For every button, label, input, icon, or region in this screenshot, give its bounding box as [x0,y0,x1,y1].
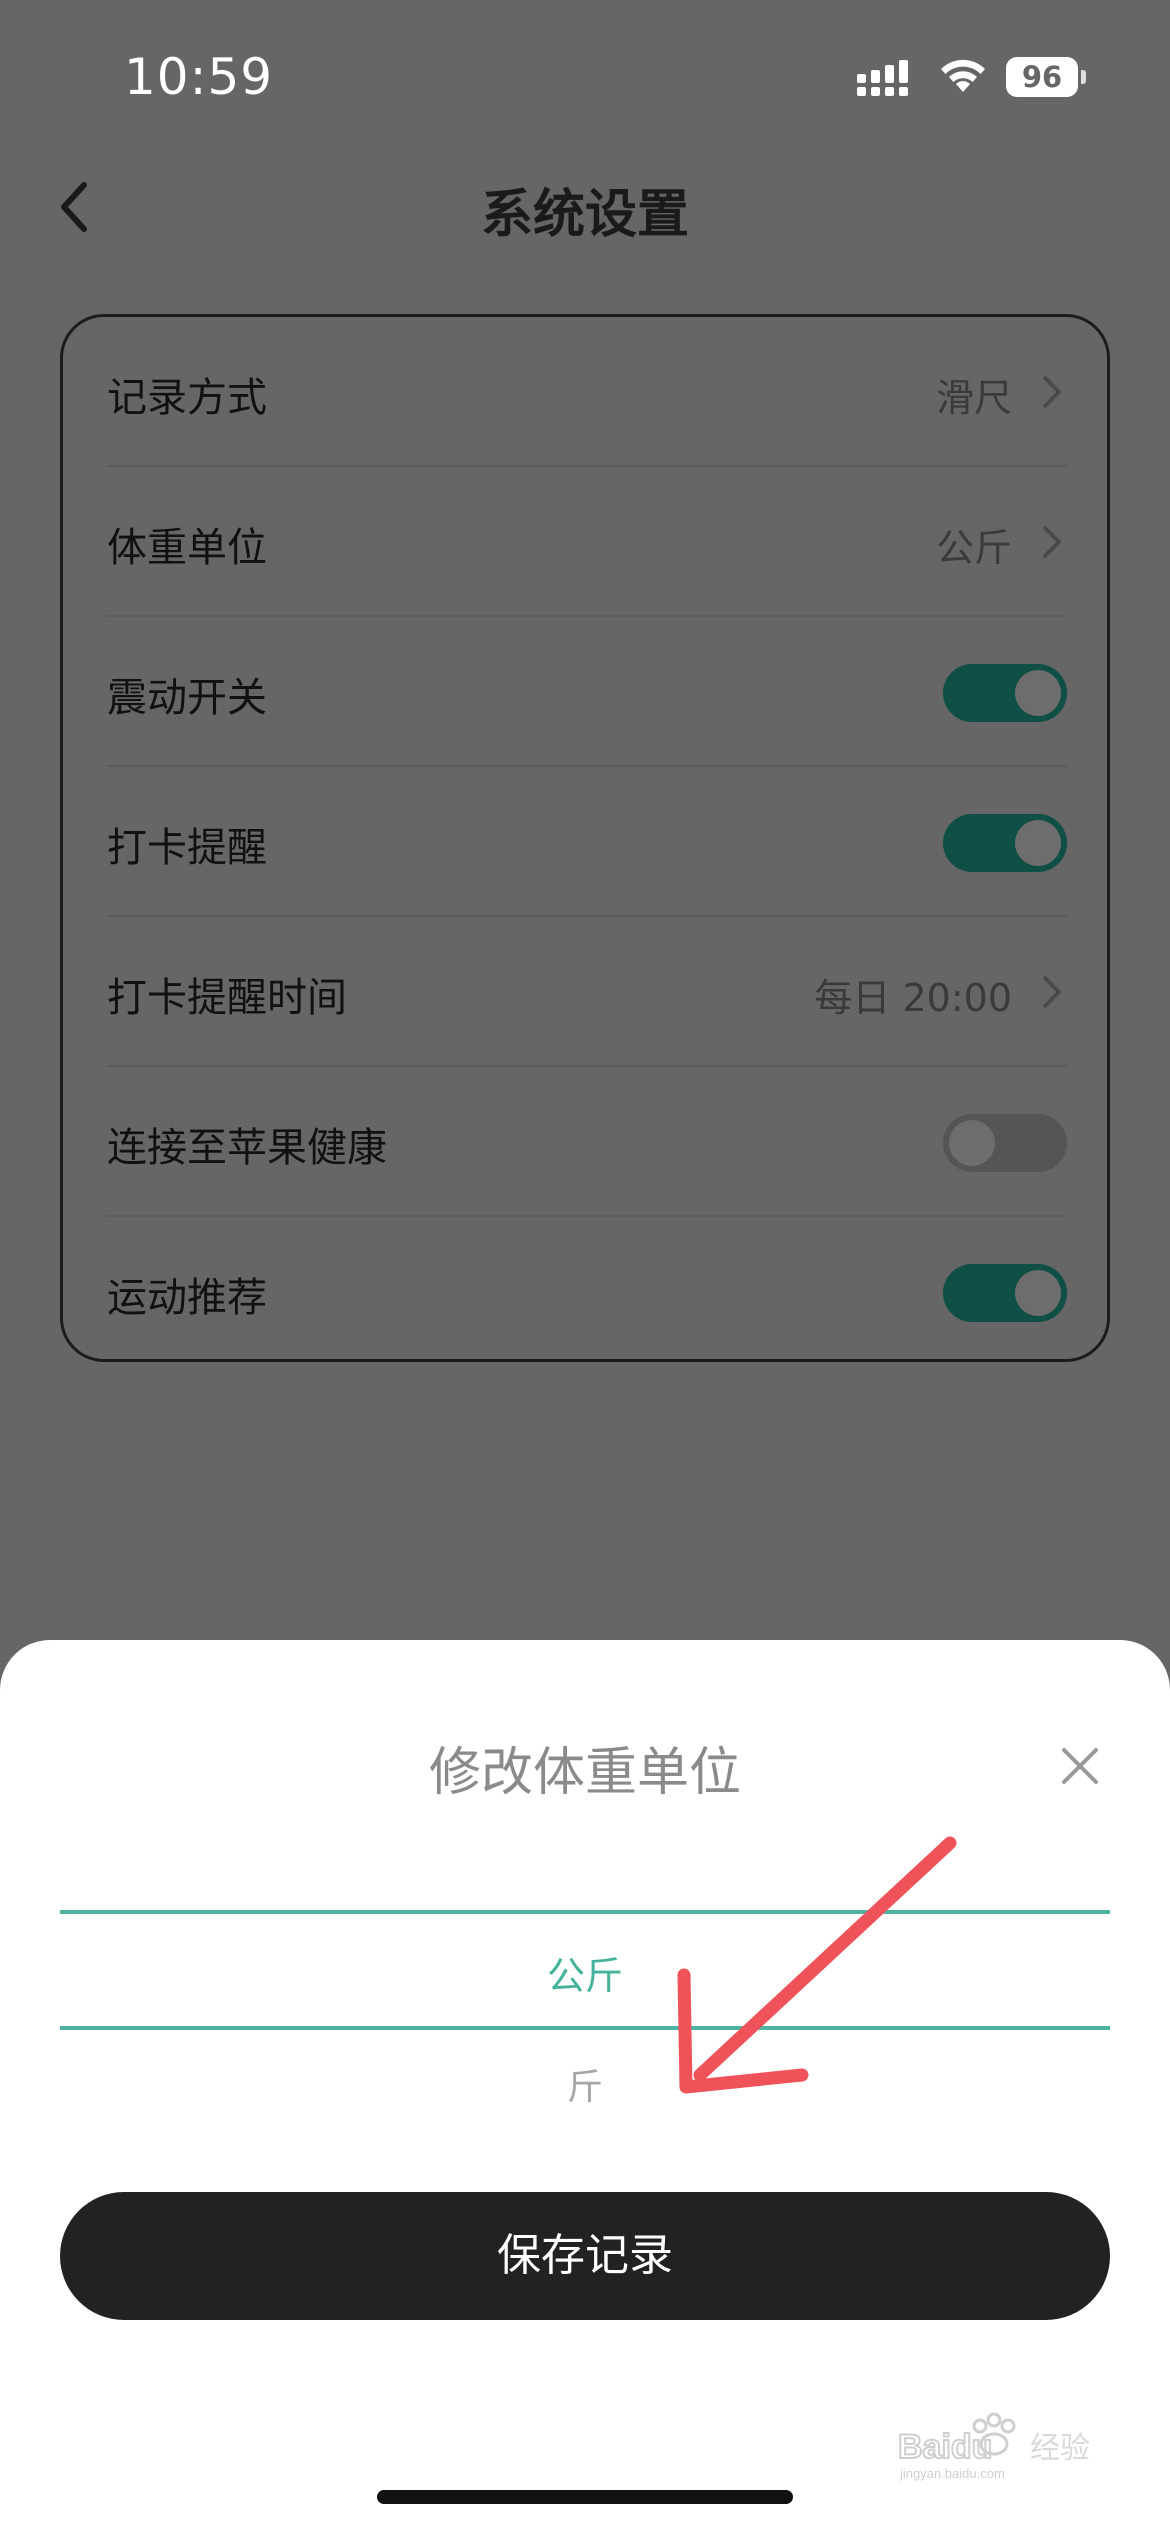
watermark-brand: Baidu [898,2428,992,2466]
save-button[interactable]: 保存记录 [60,2192,1110,2320]
picker-option-jin[interactable]: 斤 [0,2058,1170,2110]
setting-label: 记录方式 [107,375,267,421]
setting-label: 打卡提醒 [107,825,267,871]
setting-row-apple-health: 连接至苹果健康 [107,1067,1067,1217]
toggle-knob [1015,670,1061,716]
chevron-right-icon [1043,376,1061,408]
setting-value: 滑尺 [935,376,1012,420]
weight-unit-sheet: 修改体重单位 公斤 斤 保存记录 [0,1640,1170,2532]
watermark-site: jingyan.baidu.com [899,2466,1005,2481]
cellular-signal-icon [857,60,908,96]
chevron-right-icon [1043,526,1061,558]
watermark-text: 经验 [1030,2431,1090,2466]
baidu-jingyan-watermark: Baidu 经验 jingyan.baidu.com [898,2412,1090,2481]
checkin-reminder-toggle[interactable] [943,814,1067,872]
toggle-knob [1015,1270,1061,1316]
chevron-right-icon [1043,976,1061,1008]
battery-tip [1081,70,1086,84]
battery-icon: 96 [1006,57,1086,97]
setting-row-checkin-reminder: 打卡提醒 [107,767,1067,917]
setting-label: 打卡提醒时间 [107,975,347,1021]
annotation-arrow-icon [677,1836,957,2094]
status-bar: 10:59 96 [0,0,1170,150]
setting-label: 震动开关 [107,675,267,721]
setting-row-vibration: 震动开关 [107,617,1067,767]
setting-value: 每日 20:00 [814,976,1012,1020]
apple-health-toggle[interactable] [943,1114,1067,1172]
sheet-title: 修改体重单位 [428,1743,741,1803]
wifi-icon [941,59,985,92]
close-icon[interactable] [1056,1742,1104,1790]
screen: 10:59 96 系统设置 记录方式 滑尺 体重单位 公斤 震动开关 打卡提醒 … [0,0,1170,2532]
setting-row-reminder-time[interactable]: 打卡提醒时间 每日 20:00 [107,917,1067,1067]
toggle-knob [1015,820,1061,866]
settings-card: 记录方式 滑尺 体重单位 公斤 震动开关 打卡提醒 打卡提醒时间 每日 20:0… [60,314,1110,1362]
setting-row-exercise-recommend: 运动推荐 [107,1217,1067,1367]
setting-label: 体重单位 [107,525,267,571]
toggle-knob [949,1120,995,1166]
setting-label: 连接至苹果健康 [107,1125,387,1171]
status-time: 10:59 [124,48,274,106]
vibration-toggle[interactable] [943,664,1067,722]
setting-row-weight-unit[interactable]: 体重单位 公斤 [107,467,1067,617]
exercise-recommend-toggle[interactable] [943,1264,1067,1322]
setting-row-record-mode[interactable]: 记录方式 滑尺 [107,317,1067,467]
home-indicator [377,2490,793,2504]
picker-option-kg[interactable]: 公斤 [0,1945,1170,2000]
setting-value: 公斤 [935,526,1012,570]
page-title: 系统设置 [480,185,689,245]
battery-level: 96 [1006,57,1078,97]
setting-label: 运动推荐 [107,1275,267,1321]
